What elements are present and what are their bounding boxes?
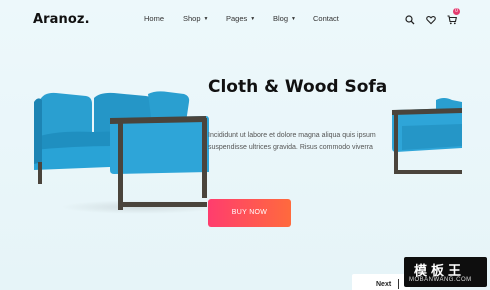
nav-item-shop[interactable]: Shop ▼ (183, 14, 208, 23)
cart-icon[interactable]: 0 (447, 8, 460, 25)
nav-item-label: Shop (183, 14, 201, 23)
cart-count-badge: 0 (453, 8, 460, 15)
watermark-logo: 模板王 MOBANWANG.COM (404, 257, 487, 287)
heart-icon[interactable] (426, 12, 438, 25)
hero-title: Cloth & Wood Sofa (208, 77, 388, 97)
nav-item-label: Contact (313, 14, 339, 23)
nav-item-blog[interactable]: Blog ▼ (273, 14, 296, 23)
site-logo[interactable]: Aranoz. (33, 12, 90, 27)
nav-item-home[interactable]: Home (144, 14, 164, 23)
hero-description: Incididunt ut labore et dolore magna ali… (208, 132, 376, 151)
nav-item-label: Blog (273, 14, 289, 23)
nav-item-pages[interactable]: Pages ▼ (226, 14, 255, 23)
watermark-sub-text: MOBANWANG.COM (409, 277, 472, 283)
buy-now-button[interactable]: BUY NOW (208, 199, 291, 227)
slider-next-button[interactable]: Next (376, 281, 391, 288)
nav-item-label: Pages (226, 14, 248, 23)
slider-nav-divider (398, 279, 399, 289)
nav-item-label: Home (144, 14, 165, 23)
sofa-image-next (392, 96, 462, 186)
search-icon[interactable] (405, 12, 417, 25)
caret-down-icon: ▼ (291, 16, 296, 22)
nav-item-contact[interactable]: Contact (313, 14, 339, 23)
sofa-image-main (34, 88, 210, 212)
caret-down-icon: ▼ (203, 16, 209, 22)
site-header: Aranoz. Home Shop ▼ Pages ▼ Blog ▼ Contact (0, 0, 490, 40)
caret-down-icon: ▼ (250, 16, 256, 22)
hero-page: Aranoz. Home Shop ▼ Pages ▼ Blog ▼ Contact (0, 0, 490, 290)
